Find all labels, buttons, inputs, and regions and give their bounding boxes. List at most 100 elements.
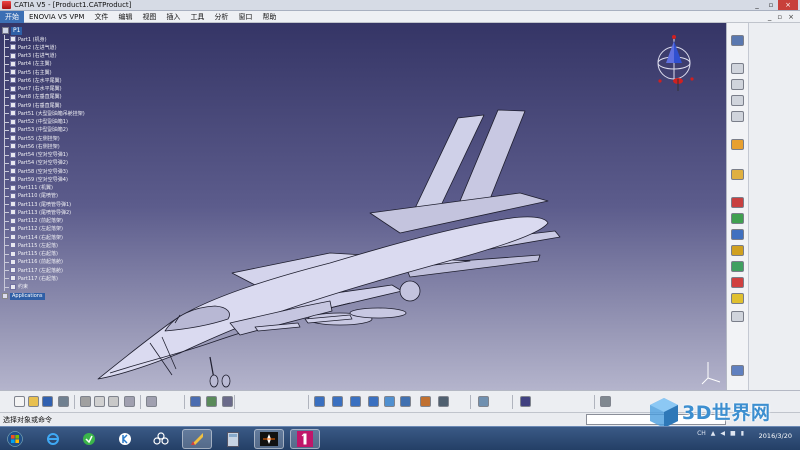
tree-node[interactable]: Part115 (右起落): [2, 249, 142, 258]
pad-icon[interactable]: [731, 63, 744, 74]
insert-icon[interactable]: [731, 245, 744, 256]
new-icon[interactable]: [14, 396, 25, 407]
fly-icon[interactable]: [222, 396, 233, 407]
doc-minimize-button[interactable]: _: [765, 11, 775, 23]
menu-view[interactable]: 视图: [137, 11, 161, 23]
rotate-icon[interactable]: [332, 396, 343, 407]
shaft-icon[interactable]: [731, 95, 744, 106]
swap-icon[interactable]: [478, 396, 489, 407]
paste-icon[interactable]: [108, 396, 119, 407]
menu-help[interactable]: 帮助: [257, 11, 281, 23]
tree-node[interactable]: Part53 (中型副油箱2): [2, 125, 142, 134]
menu-edit[interactable]: 编辑: [113, 11, 137, 23]
tree-node[interactable]: Part3 (右进气道): [2, 51, 142, 60]
explode-icon[interactable]: [731, 293, 744, 304]
tree-node[interactable]: Part6 (左水平尾翼): [2, 76, 142, 85]
tree-node[interactable]: Part115 (左起落): [2, 241, 142, 250]
tree-node[interactable]: Part1 (机身): [2, 35, 142, 44]
tree-applications[interactable]: Applications: [2, 292, 142, 301]
taskbar-clock[interactable]: 2016/3/20: [759, 432, 792, 440]
move-icon[interactable]: [731, 277, 744, 288]
maximize-button[interactable]: ▫: [764, 0, 778, 10]
iso-view-icon[interactable]: [400, 396, 411, 407]
tree-node[interactable]: Part111 (机翼): [2, 183, 142, 192]
menu-file[interactable]: 文件: [89, 11, 113, 23]
tree-node[interactable]: Part58 (空对空导弹3): [2, 167, 142, 176]
tree-node[interactable]: Part54 (空对空导弹2): [2, 158, 142, 167]
taskbar-share-icon[interactable]: [146, 429, 176, 449]
tree-node[interactable]: Part114 (右起落架): [2, 233, 142, 242]
cut-icon[interactable]: [80, 396, 91, 407]
taskbar-app-one-icon[interactable]: [290, 429, 320, 449]
tree-node[interactable]: Part2 (左进气道): [2, 43, 142, 52]
zoom-out-icon[interactable]: [368, 396, 379, 407]
tree-node[interactable]: Part54 (空对空导弹1): [2, 150, 142, 159]
menu-enovia[interactable]: ENOVIA V5 VPM: [24, 11, 89, 23]
constraint-icon[interactable]: [731, 311, 744, 322]
tree-node[interactable]: Part113 (尾喷管导弹1): [2, 200, 142, 209]
volume-icon[interactable]: ◀: [720, 430, 725, 437]
update-icon[interactable]: [731, 365, 744, 376]
select-icon[interactable]: [731, 139, 744, 150]
taskbar-media-icon[interactable]: [254, 429, 284, 449]
taskbar-ie-icon[interactable]: [38, 429, 68, 449]
open-icon[interactable]: [28, 396, 39, 407]
redo-icon[interactable]: [146, 396, 157, 407]
doc-close-button[interactable]: ×: [785, 11, 797, 23]
taskbar-catia-icon[interactable]: [182, 429, 212, 449]
tree-node[interactable]: 约束: [2, 282, 142, 291]
part-icon[interactable]: [731, 229, 744, 240]
tree-node[interactable]: Part9 (右垂直尾翼): [2, 101, 142, 110]
render-icon[interactable]: [420, 396, 431, 407]
menu-start[interactable]: 开始: [0, 10, 24, 23]
undo-icon[interactable]: [124, 396, 135, 407]
tree-node[interactable]: Part112 (左起落架): [2, 224, 142, 233]
pan-icon[interactable]: [314, 396, 325, 407]
replace-icon[interactable]: [731, 261, 744, 272]
battery-icon[interactable]: ▮: [741, 430, 744, 437]
tree-node[interactable]: Part113 (尾喷管导弹2): [2, 208, 142, 217]
taskbar-k-icon[interactable]: [110, 429, 140, 449]
specification-tree[interactable]: P1 Part1 (机身) Part2 (左进气道) Part3 (右进气道) Par…: [2, 26, 142, 301]
groove-icon[interactable]: [731, 111, 744, 122]
taskbar-360-icon[interactable]: [74, 429, 104, 449]
menu-analysis[interactable]: 分析: [209, 11, 233, 23]
tree-node[interactable]: Part52 (中型副油箱1): [2, 117, 142, 126]
tree-node[interactable]: Part5 (右主翼): [2, 68, 142, 77]
tree-node[interactable]: Part8 (左垂直尾翼): [2, 92, 142, 101]
tree-node[interactable]: Part4 (左主翼): [2, 59, 142, 68]
tree-node[interactable]: Part117 (右起落): [2, 274, 142, 283]
close-button[interactable]: ×: [778, 0, 798, 10]
measure-icon[interactable]: [520, 396, 531, 407]
flag-icon[interactable]: ■: [730, 430, 736, 437]
symbol-icon[interactable]: [731, 169, 744, 180]
tree-node[interactable]: Part110 (尾喷管): [2, 191, 142, 200]
compass-icon[interactable]: [652, 33, 696, 93]
tree-node[interactable]: Part117 (左起落舱): [2, 266, 142, 275]
tree-node[interactable]: Part7 (右水平尾翼): [2, 84, 142, 93]
3d-viewport[interactable]: P1 Part1 (机身) Part2 (左进气道) Part3 (右进气道) Par…: [0, 23, 726, 390]
normal-view-icon[interactable]: [384, 396, 395, 407]
component-icon[interactable]: [731, 213, 744, 224]
doc-restore-button[interactable]: ▫: [774, 11, 785, 23]
copy-icon[interactable]: [94, 396, 105, 407]
pocket-icon[interactable]: [731, 79, 744, 90]
menu-window[interactable]: 窗口: [233, 11, 257, 23]
save-icon[interactable]: [42, 396, 53, 407]
menu-tools[interactable]: 工具: [185, 11, 209, 23]
formula-icon[interactable]: [190, 396, 201, 407]
network-icon[interactable]: ▲: [711, 430, 716, 437]
start-button[interactable]: [2, 429, 28, 449]
zoom-in-icon[interactable]: [350, 396, 361, 407]
tree-node[interactable]: Part59 (空对空导弹4): [2, 175, 142, 184]
minimize-button[interactable]: _: [750, 0, 764, 10]
assembly-icon[interactable]: [731, 197, 744, 208]
tree-node[interactable]: Part51 (大型副油箱吊舱挂架): [2, 109, 142, 118]
tree-root[interactable]: P1: [2, 26, 142, 35]
taskbar-calculator-icon[interactable]: [218, 429, 248, 449]
tree-node[interactable]: Part55 (左侧挂架): [2, 134, 142, 143]
catalog-icon[interactable]: [600, 396, 611, 407]
print-icon[interactable]: [58, 396, 69, 407]
tree-node[interactable]: Part116 (前起落舱): [2, 257, 142, 266]
hide-icon[interactable]: [438, 396, 449, 407]
